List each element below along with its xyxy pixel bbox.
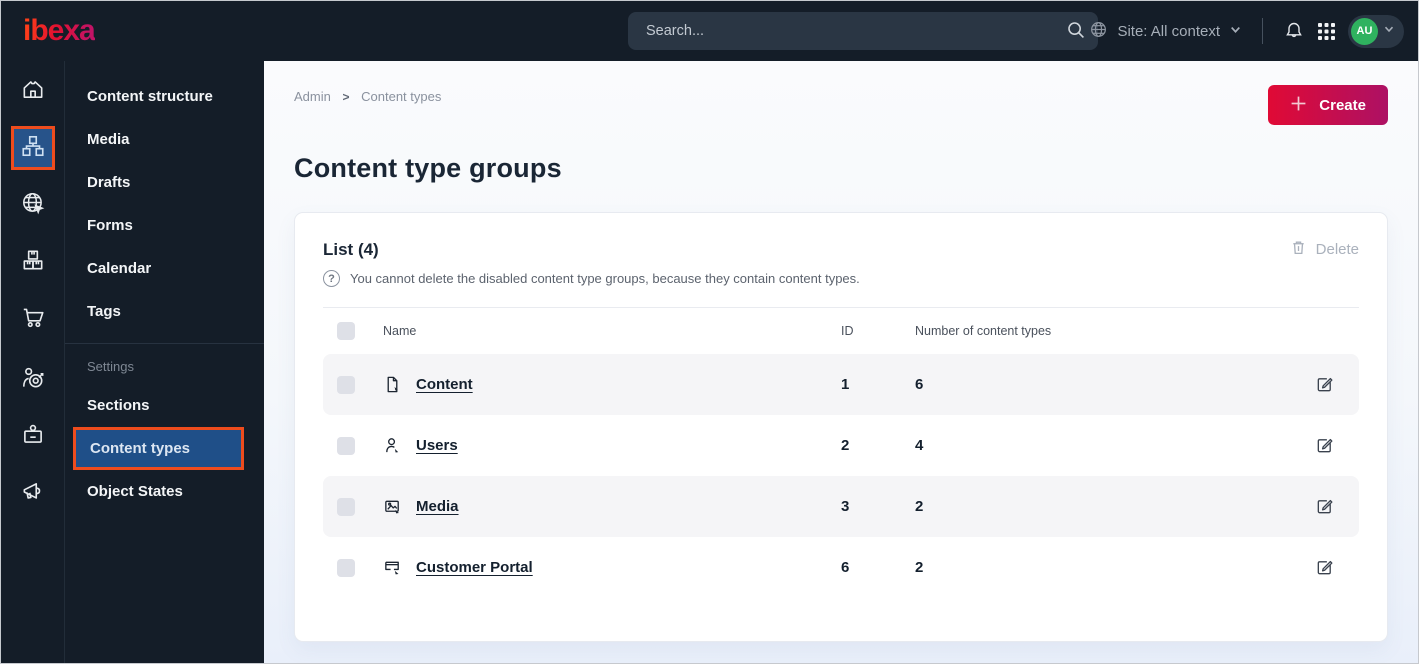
app-switcher-grid-icon[interactable] — [1317, 22, 1336, 41]
main-content: Admin > Content types Create Content typ… — [264, 61, 1418, 663]
group-link-customer-portal[interactable]: Customer Portal — [416, 559, 533, 576]
group-count: 6 — [915, 376, 924, 393]
table-row: Media 3 2 — [323, 476, 1359, 537]
topbar-right-cluster: Site: All context AU — [1089, 1, 1404, 61]
page-title: Content type groups — [294, 153, 562, 183]
badge-icon — [20, 422, 46, 453]
sidebar-item-home[interactable] — [11, 69, 55, 113]
search-input[interactable] — [628, 12, 1098, 50]
sidebar-item-content-structure[interactable] — [10, 126, 55, 170]
sidebar-item-site[interactable] — [11, 183, 55, 227]
megaphone-icon — [20, 479, 46, 510]
audience-target-icon — [20, 365, 46, 396]
select-all-checkbox[interactable] — [337, 322, 355, 340]
row-checkbox[interactable] — [337, 558, 355, 577]
user-menu[interactable]: AU — [1348, 14, 1404, 48]
group-count: 4 — [915, 437, 924, 454]
sidebar-item-corporate[interactable] — [11, 415, 55, 459]
secondary-sidebar: Content structure Media Drafts Forms Cal… — [65, 61, 264, 663]
row-checkbox[interactable] — [337, 375, 355, 394]
group-link-content[interactable]: Content — [416, 376, 473, 393]
question-circle-icon: ? — [323, 270, 340, 287]
topbar-divider — [1262, 18, 1263, 44]
create-button-label: Create — [1319, 96, 1366, 114]
group-id: 3 — [841, 498, 850, 515]
edit-button[interactable] — [1315, 436, 1355, 455]
sidebar-item-product-catalog[interactable] — [11, 240, 55, 284]
menu-item-object-states[interactable]: Object States — [65, 470, 264, 513]
breadcrumb-admin[interactable]: Admin — [294, 89, 331, 104]
table-row: Content 1 6 — [323, 354, 1359, 415]
column-header-name: Name — [383, 324, 417, 338]
plus-icon — [1290, 95, 1307, 116]
customer-portal-icon — [383, 558, 402, 577]
packages-icon — [20, 247, 46, 278]
edit-button[interactable] — [1315, 497, 1355, 516]
delete-button[interactable]: Delete — [1290, 239, 1359, 260]
trash-icon — [1290, 239, 1307, 260]
sidebar-item-personalization[interactable] — [11, 358, 55, 402]
list-hint-text: You cannot delete the disabled content t… — [350, 271, 860, 286]
group-id: 2 — [841, 437, 850, 454]
group-count: 2 — [915, 559, 924, 576]
global-search — [628, 12, 1098, 50]
ibexa-admin-window: ibexa Site: All context — [0, 0, 1419, 664]
menu-item-drafts[interactable]: Drafts — [65, 161, 264, 204]
chevron-down-icon — [1229, 23, 1242, 40]
menu-item-content-structure[interactable]: Content structure — [65, 75, 264, 118]
breadcrumb-content-types[interactable]: Content types — [361, 89, 441, 104]
menu-item-calendar[interactable]: Calendar — [65, 247, 264, 290]
avatar: AU — [1351, 17, 1378, 45]
group-id: 6 — [841, 559, 850, 576]
globe-icon — [1089, 20, 1108, 43]
primary-sidebar — [1, 61, 65, 663]
edit-button[interactable] — [1315, 558, 1355, 577]
group-link-media[interactable]: Media — [416, 498, 459, 515]
menu-divider — [65, 343, 264, 344]
column-header-count: Number of content types — [915, 324, 1052, 338]
row-checkbox[interactable] — [337, 436, 355, 455]
media-image-icon — [383, 497, 402, 516]
menu-item-media[interactable]: Media — [65, 118, 264, 161]
content-structure-icon — [20, 133, 46, 164]
ibexa-logo[interactable]: ibexa — [23, 14, 96, 48]
breadcrumb-separator: > — [342, 90, 350, 104]
list-card: List (4) Delete ? You cannot delete the … — [294, 212, 1388, 642]
edit-button[interactable] — [1315, 375, 1355, 394]
list-hint: ? You cannot delete the disabled content… — [323, 270, 1359, 287]
notifications-bell-icon[interactable] — [1283, 20, 1305, 42]
group-link-users[interactable]: Users — [416, 437, 458, 454]
main-header: Admin > Content types Create — [294, 85, 1388, 125]
row-checkbox[interactable] — [337, 497, 355, 516]
menu-section-settings: Settings — [87, 358, 134, 374]
cart-icon — [20, 304, 46, 335]
sidebar-item-campaigns[interactable] — [11, 472, 55, 516]
menu-item-sections[interactable]: Sections — [65, 384, 264, 427]
menu-item-forms[interactable]: Forms — [65, 204, 264, 247]
site-context-label: Site: All context — [1117, 22, 1220, 40]
chevron-down-icon — [1383, 22, 1395, 40]
column-header-id: ID — [841, 324, 854, 338]
table-row: Users 2 4 — [323, 415, 1359, 476]
group-id: 1 — [841, 376, 850, 393]
site-globe-icon — [20, 190, 46, 221]
breadcrumb: Admin > Content types — [294, 85, 441, 104]
users-person-icon — [383, 436, 402, 455]
search-icon[interactable] — [1066, 20, 1086, 45]
table-header-row: Name ID Number of content types — [323, 308, 1359, 354]
table-row: Customer Portal 6 2 — [323, 537, 1359, 598]
sidebar-item-commerce[interactable] — [11, 297, 55, 341]
delete-button-label: Delete — [1315, 241, 1359, 258]
topbar: ibexa Site: All context — [1, 1, 1418, 61]
list-title: List (4) — [323, 239, 379, 259]
create-button[interactable]: Create — [1268, 85, 1388, 125]
home-icon — [20, 76, 46, 107]
table-body: Content 1 6 Users 2 4 Media 3 2 Customer… — [323, 354, 1359, 598]
menu-item-content-types[interactable]: Content types — [73, 427, 244, 470]
menu-item-tags[interactable]: Tags — [65, 290, 264, 333]
content-file-icon — [383, 375, 402, 394]
site-context-selector[interactable]: Site: All context — [1089, 20, 1242, 43]
list-card-header: List (4) Delete — [323, 239, 1359, 260]
group-count: 2 — [915, 498, 924, 515]
